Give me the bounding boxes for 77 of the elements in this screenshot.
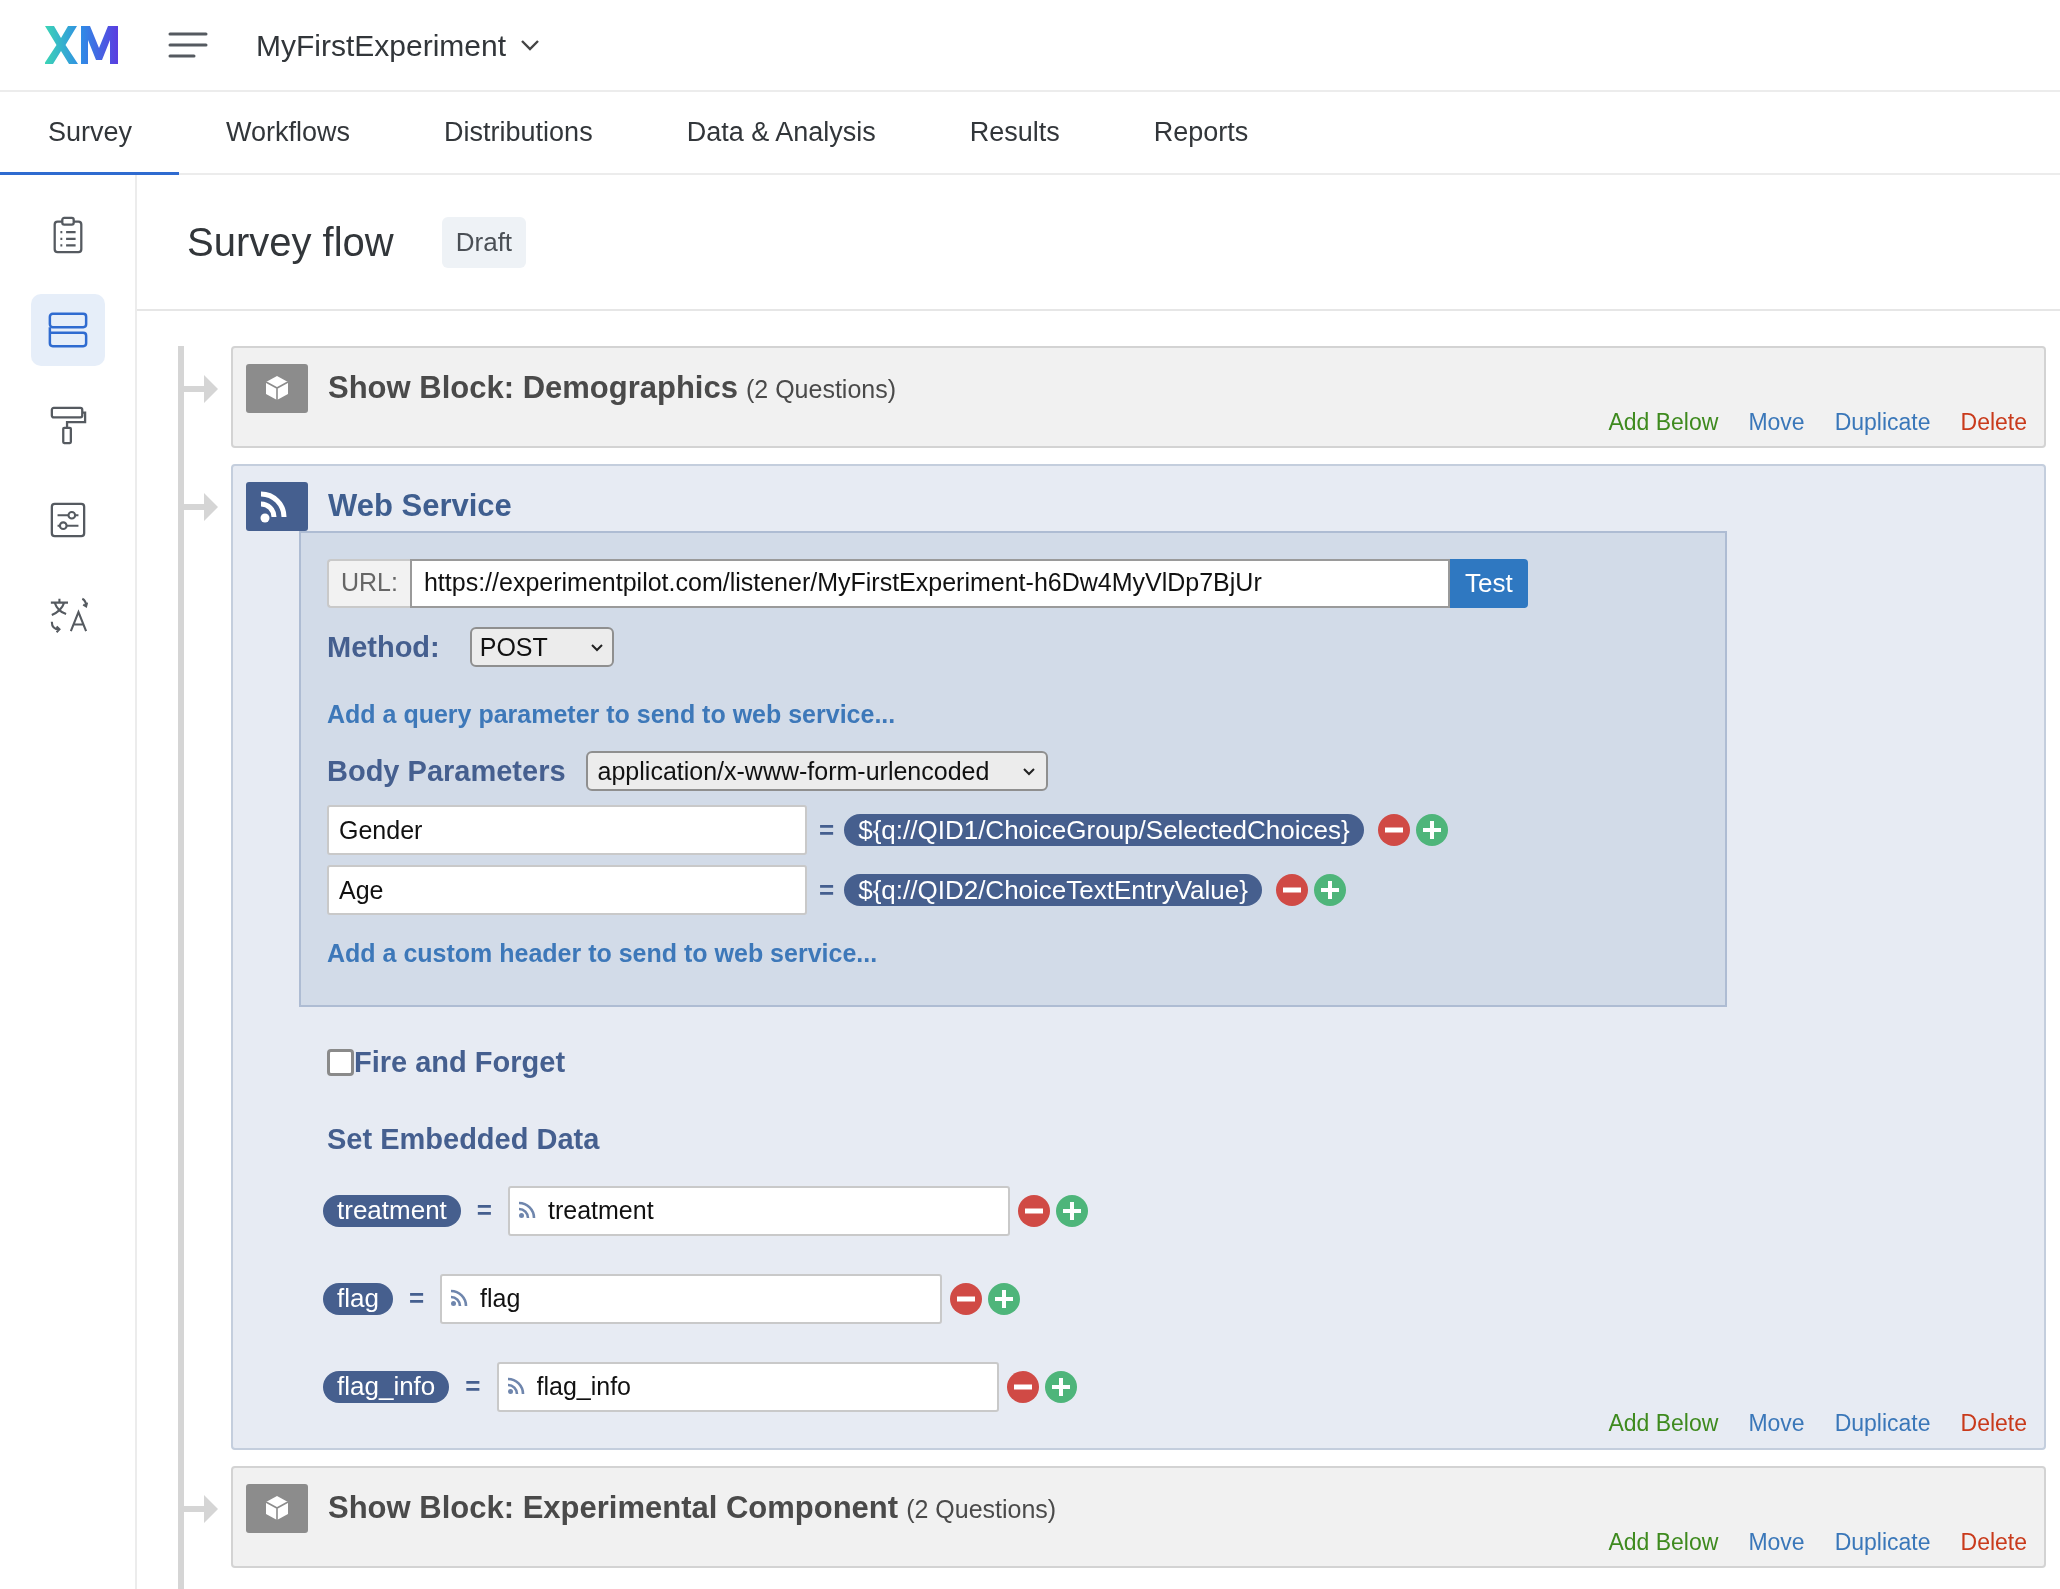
action-link[interactable]: Add Below	[1608, 1405, 1719, 1440]
url-field[interactable]: https://experimentpilot.com/listener/MyFirstExperiment-h6Dw4MyVlDp7BjUr	[409, 558, 1450, 608]
chevron-down-icon	[520, 39, 541, 51]
method-dropdown[interactable]: POST	[469, 627, 614, 668]
sidebar-item[interactable]	[30, 294, 105, 366]
web-service-title: Web Service	[328, 486, 512, 525]
add-icon[interactable]	[1056, 1194, 1088, 1227]
action-link[interactable]: Move	[1748, 405, 1805, 440]
rss-icon	[246, 481, 308, 531]
menu-icon[interactable]	[168, 32, 208, 58]
sliders-icon	[48, 501, 87, 539]
nav-tab[interactable]: Results	[922, 92, 1107, 175]
chevron-down-icon	[589, 642, 604, 652]
equals-sign: =	[465, 1370, 481, 1403]
add-icon[interactable]	[1415, 814, 1448, 846]
action-link[interactable]: Move	[1748, 1405, 1805, 1440]
piped-text-token[interactable]: ${q://QID1/ChoiceGroup/SelectedChoices}	[844, 814, 1364, 846]
project-dropdown[interactable]: MyFirstExperiment	[256, 22, 541, 68]
piped-text-token[interactable]: treatment	[323, 1194, 461, 1227]
block-icon	[246, 364, 308, 413]
piped-text-token[interactable]: ${q://QID2/ChoiceTextEntryValue}	[844, 874, 1262, 906]
action-link[interactable]: Move	[1748, 1525, 1805, 1560]
embedded-value-field[interactable]: flag_info	[496, 1361, 999, 1412]
section-heading: Set Embedded Data	[327, 1122, 600, 1157]
embedded-value-field[interactable]: flag	[440, 1273, 943, 1324]
action-link[interactable]: Add Below	[1608, 405, 1719, 440]
page-title: Survey flow	[187, 219, 394, 266]
body-parameters-label: Body Parameters	[327, 753, 566, 789]
action-link[interactable]: Delete	[1960, 405, 2027, 440]
piped-text-token[interactable]: flag_info	[323, 1370, 450, 1403]
rss-icon	[518, 1200, 536, 1219]
equals-sign: =	[819, 813, 835, 847]
chevron-down-icon	[1021, 766, 1036, 776]
parameter-name-field[interactable]: Age	[327, 865, 807, 915]
block-icon	[246, 1484, 308, 1533]
nav-tab[interactable]: Reports	[1106, 92, 1296, 175]
add-icon[interactable]	[988, 1282, 1021, 1315]
add-custom-header-link[interactable]: Add a custom header to send to web service...	[327, 935, 878, 973]
add-icon[interactable]	[1313, 874, 1346, 906]
block-title: Show Block: Experimental Component	[328, 1489, 899, 1528]
encoding-dropdown[interactable]: application/x-www-form-urlencoded	[585, 751, 1048, 792]
remove-icon[interactable]	[1275, 874, 1308, 906]
nav-tab[interactable]: Workflows	[179, 92, 398, 175]
action-link[interactable]: Duplicate	[1834, 1525, 1931, 1560]
piped-text-token[interactable]: flag	[323, 1282, 393, 1315]
remove-icon[interactable]	[950, 1282, 983, 1315]
flow-icon	[46, 310, 89, 350]
action-link[interactable]: Delete	[1960, 1525, 2027, 1560]
remove-icon[interactable]	[1018, 1194, 1050, 1227]
question-count: (2 Questions)	[906, 1494, 1057, 1526]
method-label: Method:	[327, 629, 440, 665]
fire-and-forget-checkbox[interactable]: Fire and Forget	[327, 1040, 566, 1084]
remove-icon[interactable]	[1377, 814, 1410, 846]
test-button[interactable]: Test	[1449, 558, 1528, 608]
action-link[interactable]: Duplicate	[1834, 1405, 1931, 1440]
rss-icon	[450, 1288, 469, 1307]
block-title: Show Block: Demographics	[328, 369, 738, 408]
embedded-value-field[interactable]: treatment	[508, 1185, 1010, 1236]
nav-tab[interactable]: Distributions	[397, 92, 640, 175]
nav-tab[interactable]: Data & Analysis	[639, 92, 923, 175]
equals-sign: =	[408, 1282, 425, 1315]
url-label: URL:	[327, 558, 410, 608]
nav-tab[interactable]: Survey	[0, 92, 180, 175]
add-query-parameter-link[interactable]: Add a query parameter to send to web service...	[327, 696, 896, 734]
paint-roller-icon	[48, 404, 87, 446]
action-link[interactable]: Add Below	[1608, 1525, 1719, 1560]
equals-sign: =	[476, 1194, 492, 1227]
parameter-name-field[interactable]: Gender	[327, 805, 807, 855]
status-badge: Draft	[441, 216, 527, 268]
rss-icon	[506, 1376, 525, 1395]
equals-sign: =	[819, 873, 835, 907]
action-link[interactable]: Duplicate	[1834, 405, 1931, 440]
question-count: (2 Questions)	[745, 374, 897, 406]
action-link[interactable]: Delete	[1960, 1405, 2027, 1440]
add-icon[interactable]	[1044, 1370, 1077, 1403]
logo-icon[interactable]	[45, 24, 121, 66]
remove-icon[interactable]	[1006, 1370, 1039, 1403]
